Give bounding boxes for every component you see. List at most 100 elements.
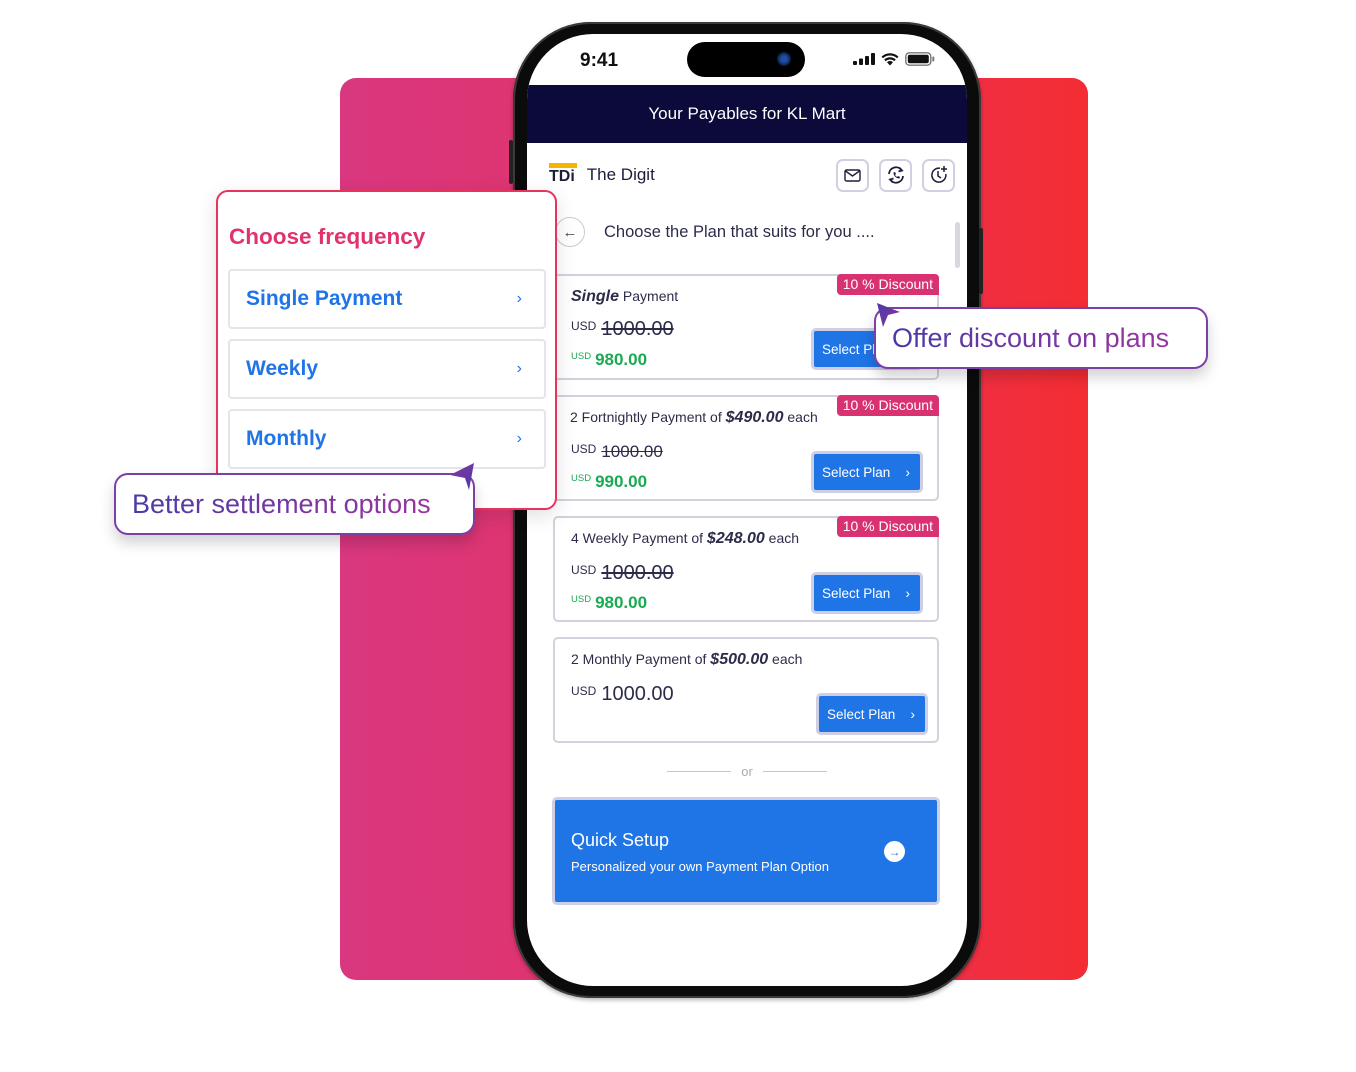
installment-amount: $248.00 — [706, 530, 765, 547]
camera-icon — [777, 52, 791, 66]
discounted-amount: 980.00 — [595, 350, 648, 369]
divider-line — [762, 771, 827, 772]
quick-setup-button[interactable]: Quick Setup Personalized your own Paymen… — [552, 797, 940, 905]
phone-screen: 9:41 Your Payables for KL Mart TDi The D… — [527, 34, 967, 986]
currency-label: USD — [571, 319, 597, 333]
select-plan-button[interactable]: Select Plan › — [816, 693, 928, 735]
callout-settlement: Better settlement options — [114, 473, 475, 535]
original-amount: 1000.00 — [601, 318, 674, 340]
plan-card-fortnightly: 10 % Discount 2 Fortnightly Payment of $… — [553, 395, 939, 501]
callout-discount-text: Offer discount on plans — [892, 322, 1170, 353]
discounted-amount: 990.00 — [595, 472, 648, 491]
select-plan-label: Select Plan — [822, 585, 891, 601]
currency-label: USD — [571, 684, 597, 698]
original-price: USD 1000.00 — [571, 441, 663, 463]
signal-icon — [853, 53, 875, 65]
mail-button[interactable] — [836, 158, 869, 192]
original-amount: 1000.00 — [601, 562, 674, 584]
clock-add-icon — [930, 166, 947, 183]
chevron-right-icon: › — [516, 360, 522, 377]
plan-description: 2 Fortnightly Payment of $490.00 each — [570, 409, 818, 427]
select-plan-label: Select Plan — [827, 706, 896, 722]
chevron-right-icon: › — [516, 290, 522, 307]
discounted-price: USD 980.00 — [571, 350, 647, 370]
plan-card-weekly: 10 % Discount 4 Weekly Payment of $248.0… — [553, 516, 939, 622]
plan-desc-text: each — [768, 651, 803, 667]
page-title: Choose the Plan that suits for you .... — [604, 222, 875, 241]
phone-side-button — [509, 140, 513, 184]
phone-power-button — [979, 228, 983, 294]
plan-desc-text: 2 Monthly Payment of — [571, 651, 711, 667]
or-label: or — [741, 764, 753, 779]
select-plan-button[interactable]: Select Plan › — [811, 572, 923, 614]
currency-label: USD — [571, 473, 592, 484]
discount-badge: 10 % Discount — [836, 395, 939, 416]
frequency-title: Choose frequency — [229, 224, 426, 249]
plan-desc-text: 2 Fortnightly Payment of — [570, 409, 726, 425]
refresh-phone-icon — [887, 166, 904, 184]
frequency-option-monthly[interactable]: Monthly › — [228, 409, 546, 469]
original-price: USD 1000.00 — [571, 318, 674, 340]
plan-description: 4 Weekly Payment of $248.00 each — [571, 530, 799, 548]
status-time: 9:41 — [580, 50, 619, 71]
chevron-right-icon: › — [905, 585, 910, 601]
dynamic-island — [687, 42, 805, 77]
frequency-option-label: Monthly — [246, 427, 327, 450]
plan-description: 2 Monthly Payment of $500.00 each — [571, 651, 802, 669]
plan-desc-text: each — [783, 409, 818, 425]
currency-label: USD — [571, 442, 597, 456]
discounted-price: USD 980.00 — [571, 593, 647, 613]
installment-amount: $500.00 — [710, 651, 769, 668]
mail-icon — [844, 168, 861, 182]
plan-amount: 1000.00 — [601, 683, 674, 705]
plan-price: USD 1000.00 — [571, 683, 674, 705]
chevron-right-icon: › — [905, 464, 910, 480]
frequency-card: Choose frequency Single Payment › Weekly… — [216, 190, 557, 510]
original-price: USD 1000.00 — [571, 562, 674, 584]
quick-setup-title: Quick Setup — [571, 830, 670, 850]
plan-type: Single — [571, 288, 620, 305]
currency-label: USD — [571, 594, 592, 605]
select-plan-button[interactable]: Select Plan › — [811, 451, 923, 493]
plan-desc-text: Payment — [619, 288, 679, 304]
divider-line — [667, 771, 732, 772]
wifi-icon — [881, 52, 899, 65]
quick-setup-subtitle: Personalized your own Payment Plan Optio… — [571, 859, 829, 874]
original-amount: 1000.00 — [601, 442, 663, 461]
callout-settlement-text: Better settlement options — [132, 488, 431, 519]
discount-badge: 10 % Discount — [836, 516, 939, 537]
currency-label: USD — [571, 563, 597, 577]
back-button[interactable]: ← — [555, 217, 585, 247]
app-header: Your Payables for KL Mart — [527, 85, 967, 143]
app-header-title: Your Payables for KL Mart — [648, 104, 846, 123]
frequency-option-label: Weekly — [246, 357, 318, 380]
discount-badge: 10 % Discount — [836, 274, 939, 295]
currency-label: USD — [571, 351, 592, 362]
pointer-cursor-icon — [450, 463, 474, 490]
frequency-option-single[interactable]: Single Payment › — [228, 269, 546, 329]
scrollbar[interactable] — [955, 222, 960, 268]
callout-discount: Offer discount on plans — [874, 307, 1208, 369]
installment-amount: $490.00 — [725, 409, 784, 426]
plan-card-monthly: 2 Monthly Payment of $500.00 each USD 10… — [553, 637, 939, 743]
header-actions — [836, 158, 955, 192]
discounted-price: USD 990.00 — [571, 472, 647, 492]
frequency-option-label: Single Payment — [246, 287, 403, 310]
page-title-row: ← Choose the Plan that suits for you ...… — [555, 216, 955, 248]
brand-row: TDi The Digit — [549, 158, 955, 192]
status-bar: 9:41 — [527, 34, 967, 86]
plan-desc-text: 4 Weekly Payment of — [571, 530, 707, 546]
status-icons — [853, 52, 935, 66]
chevron-right-icon: › — [910, 706, 915, 722]
select-plan-label: Select Plan — [822, 464, 891, 480]
frequency-option-weekly[interactable]: Weekly › — [228, 339, 546, 399]
plan-description: Single Payment — [571, 288, 678, 306]
arrow-left-icon: ← — [562, 223, 578, 241]
pointer-cursor-icon — [877, 303, 900, 327]
schedule-button[interactable] — [922, 158, 955, 192]
brand-name: The Digit — [586, 165, 655, 184]
or-divider: or — [667, 764, 827, 779]
call-sync-button[interactable] — [879, 158, 912, 192]
plan-desc-text: each — [764, 530, 800, 546]
discounted-amount: 980.00 — [595, 593, 648, 612]
